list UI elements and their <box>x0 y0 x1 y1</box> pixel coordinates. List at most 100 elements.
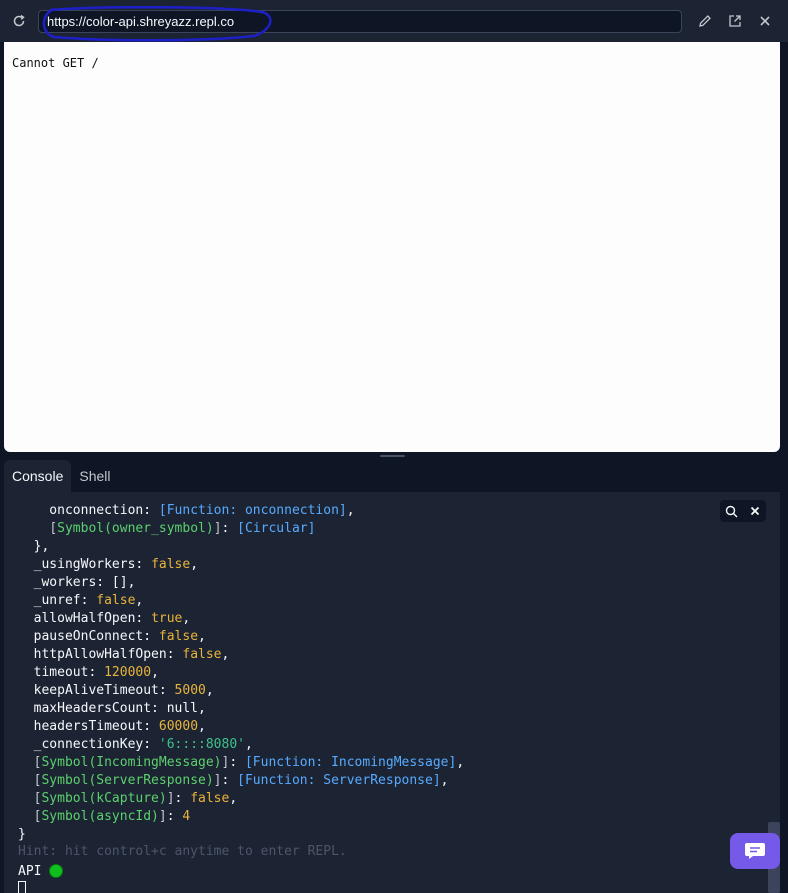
resize-handle[interactable] <box>380 455 405 457</box>
console-line: } <box>18 826 464 844</box>
console-line: _unref: false, <box>18 592 464 610</box>
status-label: API <box>18 863 42 879</box>
console-line: [Symbol(ServerResponse)]: [Function: Ser… <box>18 772 464 790</box>
console-line: [Symbol(asyncId)]: 4 <box>18 808 464 826</box>
console-line: [Symbol(owner_symbol)]: [Circular] <box>18 520 464 538</box>
edit-button[interactable] <box>696 12 714 30</box>
console-token: ] <box>166 791 175 806</box>
console-token: keepAliveTimeout: <box>18 683 175 698</box>
console-token: Symbol(ServerResponse) <box>41 773 214 788</box>
repl-hint: Hint: hit control+c anytime to enter REP… <box>18 844 347 859</box>
console-token: Symbol(IncomingMessage) <box>41 755 222 770</box>
console-token <box>18 809 34 824</box>
console-token <box>18 791 34 806</box>
status-indicator-icon <box>49 864 64 878</box>
console-token: false <box>151 557 191 572</box>
refresh-icon <box>13 14 25 27</box>
open-external-icon <box>729 15 741 27</box>
tab-console[interactable]: Console <box>4 460 72 492</box>
console-token: : <box>229 755 245 770</box>
console-token: ] <box>213 521 222 536</box>
open-in-new-tab-button[interactable] <box>726 12 744 30</box>
console-token: [ <box>49 521 58 536</box>
console-line: _workers: [], <box>18 574 464 592</box>
console-search-button[interactable] <box>720 500 743 522</box>
console-line: keepAliveTimeout: 5000, <box>18 682 464 700</box>
url-input[interactable]: https://color-api.shreyazz.repl.co <box>38 10 682 33</box>
console-token: , <box>244 737 253 752</box>
console-token: [Circular] <box>237 521 316 536</box>
console-token: pauseOnConnect: <box>18 629 159 644</box>
console-line: _usingWorkers: false, <box>18 556 464 574</box>
console-line: }, <box>18 538 464 556</box>
refresh-button[interactable] <box>9 11 29 31</box>
console-clear-button[interactable] <box>743 500 766 522</box>
console-line: [Symbol(kCapture)]: false, <box>18 790 464 808</box>
console-token: , <box>198 629 206 644</box>
console-token: 5000 <box>174 683 206 698</box>
console-panel: onconnection: [Function: onconnection], … <box>4 492 780 893</box>
console-line: timeout: 120000, <box>18 664 464 682</box>
console-line: allowHalfOpen: true, <box>18 610 464 628</box>
search-icon <box>725 505 738 517</box>
close-icon <box>750 506 759 516</box>
console-token: '6::::8080' <box>158 737 245 752</box>
console-token: Symbol(asyncId) <box>41 809 159 824</box>
run-status: API <box>18 862 64 880</box>
console-token: , <box>346 503 355 518</box>
console-token: true <box>151 611 183 626</box>
console-token: maxHeadersCount: null, <box>18 701 206 716</box>
console-token: : <box>221 521 238 536</box>
console-token: , <box>440 773 449 788</box>
console-token: timeout: <box>18 665 105 680</box>
console-token: 4 <box>182 809 191 824</box>
chat-button[interactable] <box>730 833 780 869</box>
console-token: , <box>198 719 206 734</box>
terminal-cursor[interactable] <box>18 881 26 893</box>
console-token: onconnection: <box>18 503 159 518</box>
console-token: _workers: [], <box>18 575 136 590</box>
console-token: _usingWorkers: <box>18 557 152 572</box>
chat-icon <box>745 843 765 859</box>
console-token: [Function: onconnection] <box>158 503 347 518</box>
console-token: , <box>221 647 230 662</box>
console-output: onconnection: [Function: onconnection], … <box>18 502 464 844</box>
console-token: _connectionKey: <box>18 737 159 752</box>
console-token: [Function: ServerResponse] <box>237 773 441 788</box>
console-token <box>18 755 34 770</box>
console-line: pauseOnConnect: false, <box>18 628 464 646</box>
console-token: 120000 <box>104 665 152 680</box>
console-token: : <box>166 809 183 824</box>
console-token: , <box>205 683 214 698</box>
console-toolbar <box>720 500 766 522</box>
console-token: [Function: IncomingMessage] <box>244 755 457 770</box>
console-token: false <box>158 629 199 644</box>
tab-bar: Console Shell <box>4 460 119 492</box>
close-webview-button[interactable] <box>756 12 774 30</box>
webview-header: https://color-api.shreyazz.repl.co <box>0 0 788 42</box>
console-line: [Symbol(IncomingMessage)]: [Function: In… <box>18 754 464 772</box>
close-icon <box>760 16 770 26</box>
pencil-icon <box>699 15 711 27</box>
console-token <box>18 521 49 536</box>
console-token: , <box>190 557 199 572</box>
tab-shell[interactable]: Shell <box>71 460 118 492</box>
webview-panel: Cannot GET / <box>4 42 780 452</box>
console-token: , <box>456 755 465 770</box>
console-token: , <box>182 611 191 626</box>
console-token: headersTimeout: <box>18 719 159 734</box>
console-token: httpAllowHalfOpen: <box>18 647 183 662</box>
console-token: Symbol(owner_symbol) <box>57 521 214 536</box>
console-token: false <box>182 647 222 662</box>
console-token: }, <box>18 539 50 554</box>
console-token: : <box>174 791 191 806</box>
console-line: maxHeadersCount: null, <box>18 700 464 718</box>
console-token: , <box>135 593 144 608</box>
console-token: : <box>221 773 238 788</box>
console-token: ] <box>158 809 167 824</box>
console-token <box>18 773 34 788</box>
console-line: httpAllowHalfOpen: false, <box>18 646 464 664</box>
console-token: , <box>229 791 238 806</box>
console-token: 60000 <box>158 719 199 734</box>
console-line: _connectionKey: '6::::8080', <box>18 736 464 754</box>
